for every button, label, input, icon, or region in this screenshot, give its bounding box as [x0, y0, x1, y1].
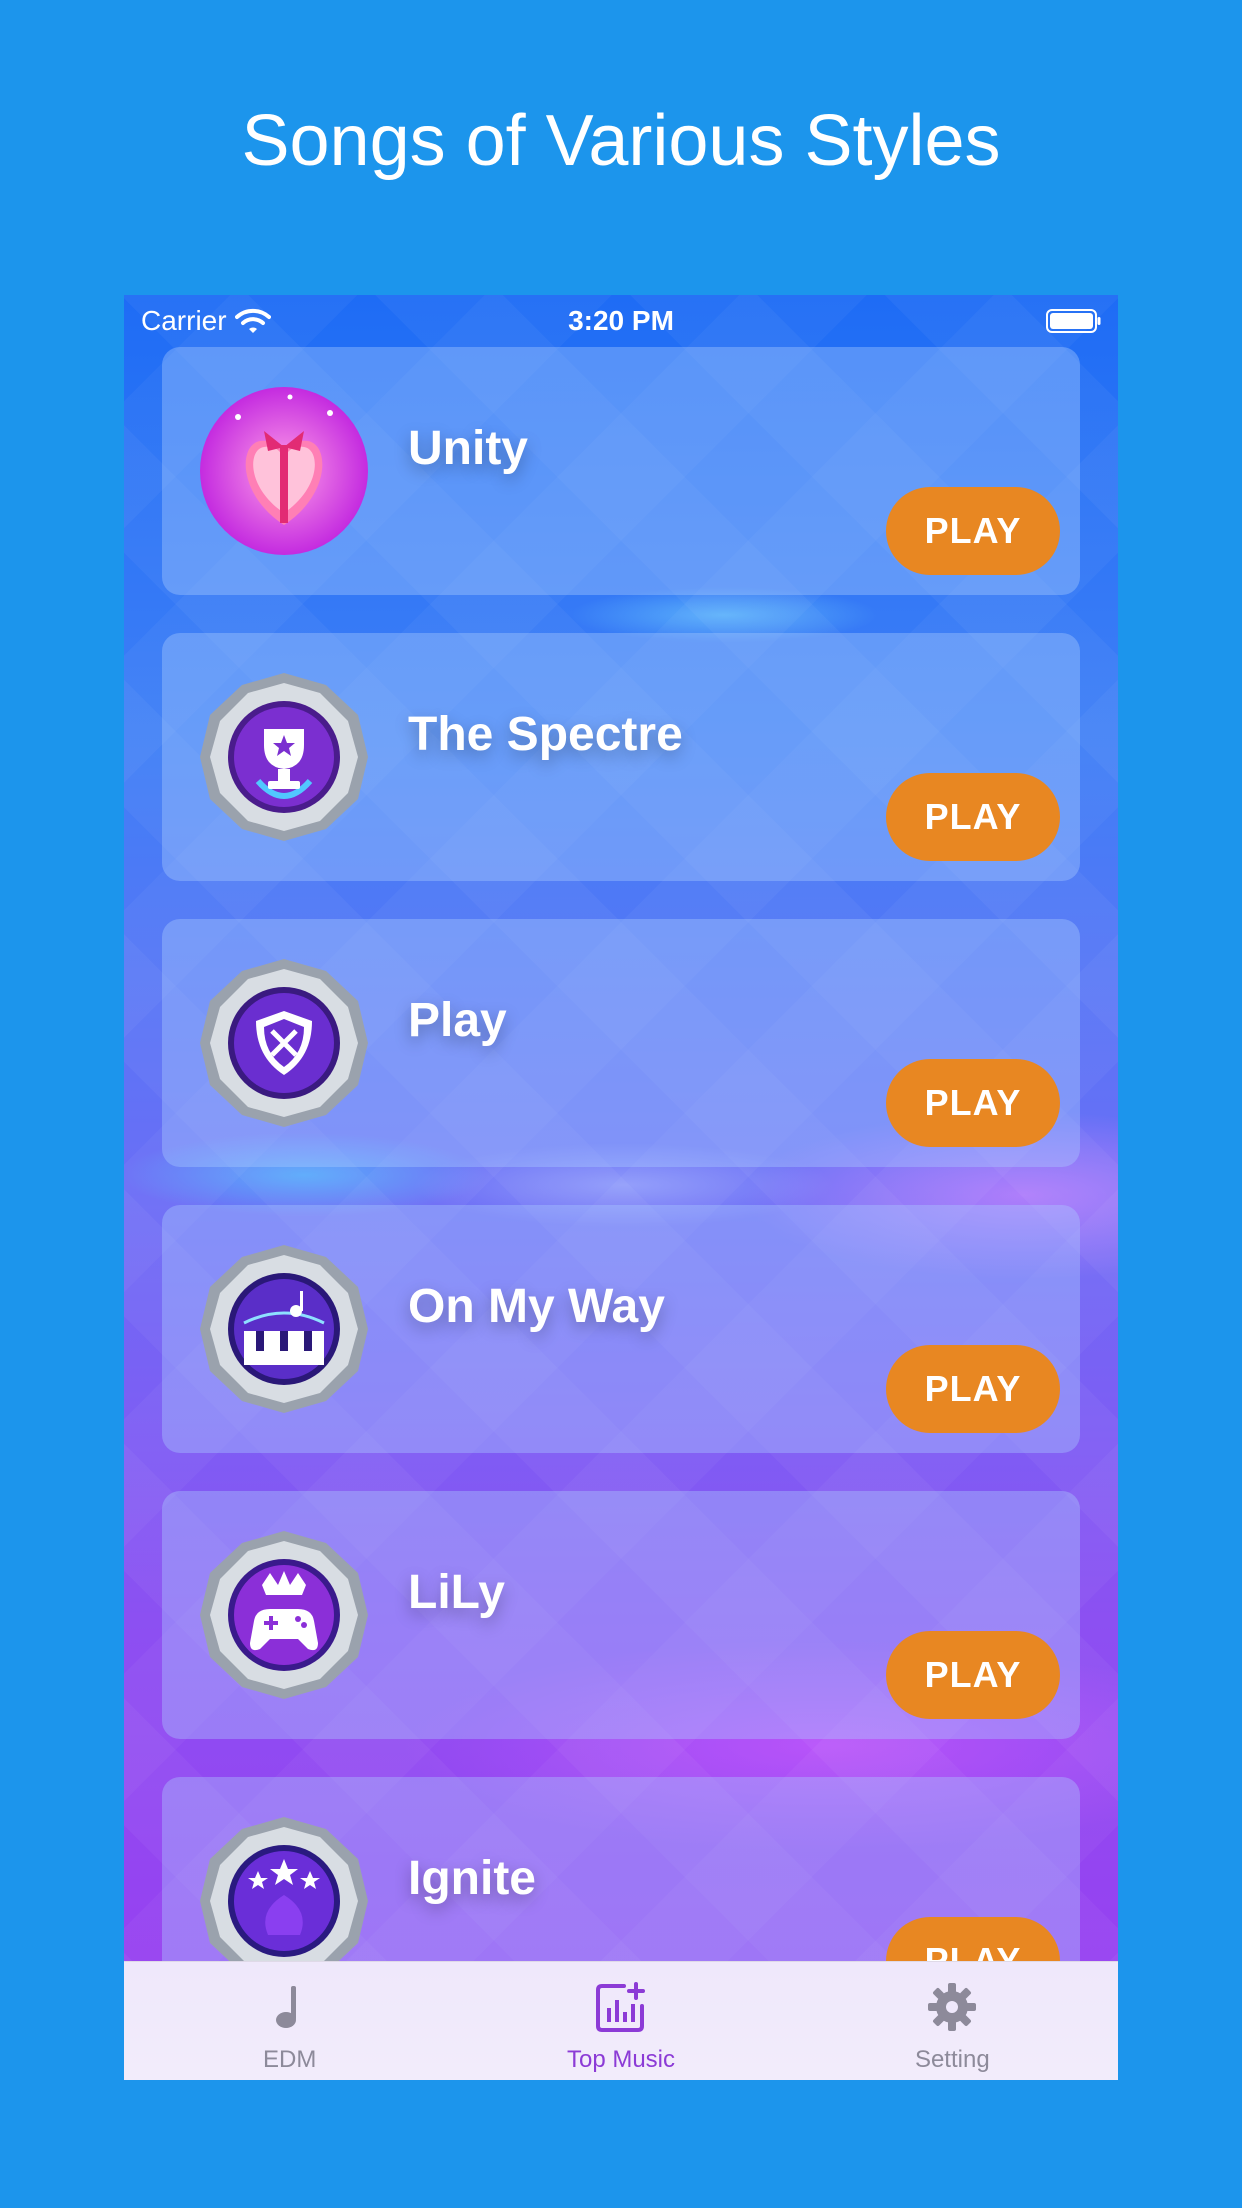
- tab-label: EDM: [262, 2046, 317, 2073]
- tab-edm[interactable]: EDM: [124, 1962, 455, 2080]
- status-time: 3:20 PM: [568, 305, 674, 336]
- tab-top-music[interactable]: Top Music: [455, 1962, 786, 2080]
- song-card[interactable]: Unity PLAY: [162, 347, 1080, 595]
- song-title: The Spectre: [408, 708, 683, 761]
- gear-icon: [928, 1983, 977, 2031]
- piano-badge-icon: [200, 1245, 368, 1413]
- status-bar: Carrier 3:20 PM: [124, 295, 1118, 347]
- play-button[interactable]: PLAY: [886, 1059, 1060, 1147]
- play-button[interactable]: PLAY: [886, 1631, 1060, 1719]
- tab-setting[interactable]: Setting: [787, 1962, 1118, 2080]
- song-card[interactable]: LiLy PLAY: [162, 1491, 1080, 1739]
- song-title: Ignite: [408, 1852, 536, 1905]
- chart-plus-icon: [595, 1982, 645, 2032]
- gamepad-badge-icon: [200, 1531, 368, 1699]
- heart-gift-icon: [200, 387, 368, 555]
- music-note-icon: [275, 1986, 296, 2028]
- play-button[interactable]: PLAY: [886, 1345, 1060, 1433]
- song-title: On My Way: [408, 1280, 665, 1333]
- phone-screen: Carrier 3:20 PM Unity PLAY The Spectre P…: [124, 295, 1118, 2080]
- battery-icon: [1046, 309, 1101, 333]
- song-title: Play: [408, 994, 507, 1047]
- shield-swords-badge-icon: [200, 959, 368, 1127]
- song-card[interactable]: The Spectre PLAY: [162, 633, 1080, 881]
- song-card[interactable]: Play PLAY: [162, 919, 1080, 1167]
- promo-headline: Songs of Various Styles: [241, 101, 1001, 181]
- trophy-badge-icon: [200, 673, 368, 841]
- tab-label: Top Music: [566, 2046, 676, 2073]
- song-card[interactable]: On My Way PLAY: [162, 1205, 1080, 1453]
- song-title: Unity: [408, 422, 528, 475]
- play-button[interactable]: PLAY: [886, 773, 1060, 861]
- play-button[interactable]: PLAY: [886, 487, 1060, 575]
- song-title: LiLy: [408, 1566, 505, 1619]
- tab-bar: EDM Top Music Setting: [124, 1961, 1118, 2080]
- tab-label: Setting: [914, 2046, 990, 2073]
